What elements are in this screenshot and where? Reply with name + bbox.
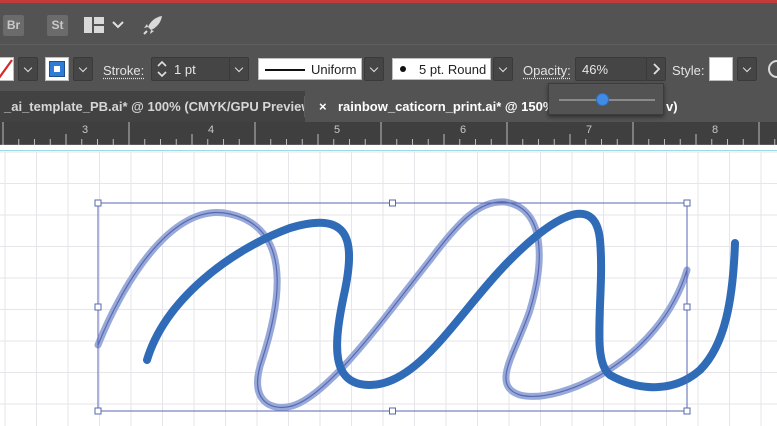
artwork[interactable] xyxy=(0,145,777,426)
bounding-box-handle[interactable] xyxy=(684,200,690,206)
fill-swatch[interactable] xyxy=(0,57,14,81)
chevron-right-icon xyxy=(652,63,662,75)
brush-label: 5 pt. Round xyxy=(419,62,486,77)
opacity-slider-toggle[interactable] xyxy=(646,57,666,81)
stroke-label[interactable]: Stroke: xyxy=(103,63,144,78)
tab-template-document[interactable]: _ai_template_PB.ai* @ 100% (CMYK/GPU Pre… xyxy=(0,91,304,122)
stroke-color-icon xyxy=(49,61,65,77)
brush-definition[interactable]: 5 pt. Round xyxy=(392,58,491,80)
opacity-value: 46% xyxy=(582,62,608,77)
graphic-style-dropdown[interactable] xyxy=(737,57,757,81)
bounding-box-handle[interactable] xyxy=(684,304,690,310)
profile-label: Uniform xyxy=(311,62,357,77)
bounding-box-handle[interactable] xyxy=(95,200,101,206)
opacity-label[interactable]: Opacity: xyxy=(523,63,571,78)
style-label: Style: xyxy=(672,63,705,78)
no-fill-slash-icon xyxy=(0,58,13,80)
stroke-weight-dropdown[interactable] xyxy=(229,57,249,81)
stepper-arrows-icon[interactable] xyxy=(157,59,167,79)
artboard-canvas[interactable] xyxy=(0,145,777,426)
fill-dropdown[interactable] xyxy=(18,57,38,81)
tab-label-suffix: v) xyxy=(666,91,678,122)
ruler-label: 8 xyxy=(712,124,718,136)
horizontal-ruler[interactable]: 3 4 5 6 7 8 xyxy=(0,122,777,145)
cyan-guide-line[interactable] xyxy=(0,150,777,151)
ruler-label: 5 xyxy=(334,124,340,136)
bounding-box-handle[interactable] xyxy=(684,408,690,414)
workspace-layout-icon[interactable] xyxy=(84,17,104,33)
ruler-label: 7 xyxy=(586,124,592,136)
ruler-ticks xyxy=(0,122,777,145)
stroke-swatch[interactable] xyxy=(45,57,69,81)
graphic-style-swatch[interactable] xyxy=(709,57,733,81)
recolor-artwork-icon[interactable] xyxy=(767,59,777,79)
blue-squiggle-stroke[interactable] xyxy=(147,214,735,387)
chevron-down-icon[interactable] xyxy=(112,20,124,30)
bounding-box-handle[interactable] xyxy=(95,408,101,414)
variable-width-profile[interactable]: Uniform xyxy=(258,58,362,80)
tab-label: _ai_template_PB.ai* @ 100% (CMYK/GPU Pre… xyxy=(4,99,304,114)
stroke-weight-value: 1 pt xyxy=(174,62,196,77)
bridge-app-button[interactable]: Br xyxy=(3,15,24,36)
profile-dropdown[interactable] xyxy=(364,57,384,81)
tab-rainbow-caticorn[interactable]: × rainbow_caticorn_print.ai* @ 150% v) xyxy=(305,91,777,122)
brush-dropdown[interactable] xyxy=(493,57,513,81)
profile-line-icon xyxy=(265,69,305,71)
bounding-box-handle[interactable] xyxy=(390,408,396,414)
bounding-box-handle[interactable] xyxy=(390,200,396,206)
ruler-label: 3 xyxy=(82,124,88,136)
ruler-label: 6 xyxy=(460,124,466,136)
rocket-icon[interactable] xyxy=(142,14,164,36)
application-bar: Br St xyxy=(0,0,777,44)
stock-app-button[interactable]: St xyxy=(47,15,68,36)
stroke-color-dropdown[interactable] xyxy=(73,57,93,81)
opacity-field[interactable]: 46% xyxy=(575,57,647,81)
round-brush-icon xyxy=(400,66,406,72)
opacity-slider-knob[interactable] xyxy=(596,93,609,106)
tab-label: rainbow_caticorn_print.ai* @ 150% xyxy=(338,91,554,122)
ruler-label: 4 xyxy=(208,124,214,136)
bounding-box-handle[interactable] xyxy=(95,304,101,310)
window-accent-strip xyxy=(0,0,777,3)
opacity-slider-popup[interactable] xyxy=(548,83,664,115)
close-tab-icon[interactable]: × xyxy=(319,91,327,122)
